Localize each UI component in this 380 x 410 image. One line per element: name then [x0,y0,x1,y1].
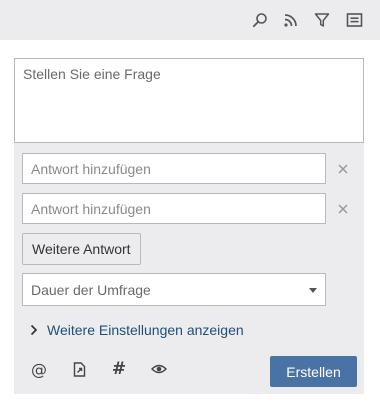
hashtag-icon[interactable]: # [110,359,128,379]
question-textarea[interactable]: Stellen Sie eine Frage [14,58,364,143]
more-settings-link[interactable]: Weitere Einstellungen anzeigen [30,321,244,339]
duration-placeholder: Dauer der Umfrage [31,281,151,298]
answer-placeholder: Antwort hinzufügen [31,160,151,177]
at-icon[interactable]: @ [30,360,48,379]
more-settings-label: Weitere Einstellungen anzeigen [47,322,244,338]
create-label: Erstellen [286,363,341,380]
dropdown-caret-icon [309,288,317,293]
duration-select[interactable]: Dauer der Umfrage [22,273,326,306]
answer-input-1[interactable]: Antwort hinzufügen [22,153,326,184]
eye-icon[interactable] [150,360,168,378]
question-placeholder: Stellen Sie eine Frage [23,66,161,82]
answer-placeholder: Antwort hinzufügen [31,200,151,217]
poll-options-panel: Antwort hinzufügen Antwort hinzufügen We… [14,143,364,394]
remove-answer-2-icon[interactable] [336,202,350,216]
add-answer-label: Weitere Antwort [32,241,131,257]
remove-answer-1-icon[interactable] [336,162,350,176]
chevron-right-icon [30,324,42,336]
attachment-icon[interactable] [70,360,88,378]
search-icon[interactable] [250,10,270,30]
comment-icon[interactable] [344,10,364,30]
add-answer-button[interactable]: Weitere Antwort [22,233,141,265]
filter-icon[interactable] [312,10,332,30]
rss-icon[interactable] [281,10,301,30]
top-toolbar [0,0,380,40]
answer-input-2[interactable]: Antwort hinzufügen [22,193,326,224]
create-button[interactable]: Erstellen [270,356,357,387]
